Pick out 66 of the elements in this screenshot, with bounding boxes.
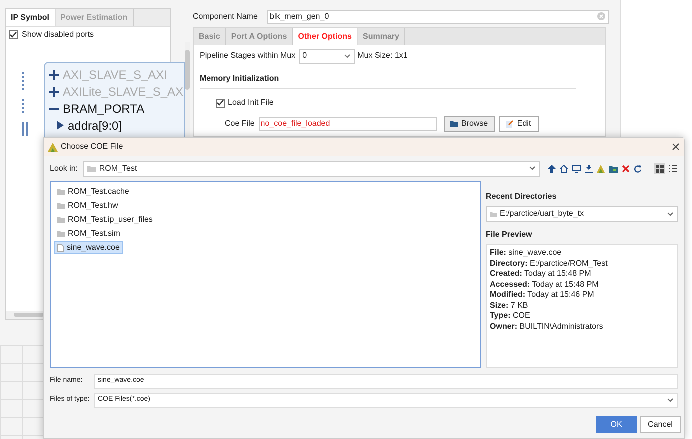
chevron-icon: [667, 212, 674, 216]
close-icon[interactable]: [672, 143, 680, 151]
grid-view-icon[interactable]: [654, 163, 665, 174]
field-label: Component Name: [193, 10, 259, 22]
file-icon: [57, 244, 64, 252]
monitor-icon[interactable]: [572, 164, 581, 172]
preview-line: Owner: BUILTIN\Administrators: [490, 322, 604, 332]
port-label: AXI_SLAVE_S_AXI: [63, 66, 168, 84]
preview-line: Type: COE: [490, 311, 532, 322]
port-stub: [22, 122, 28, 136]
section-heading: Memory Initialization: [200, 73, 280, 85]
folder-icon: [450, 121, 458, 127]
preview-line: Size: 7 KB: [490, 300, 530, 311]
preview-line: Modified: Today at 15:46 PM: [490, 290, 596, 300]
checkbox-label: Show disabled ports: [22, 28, 94, 40]
preview-line: Directory: E:/parctice/ROM_Test: [490, 258, 609, 269]
refresh-icon[interactable]: [634, 164, 642, 172]
tab[interactable]: IP Symbol: [6, 9, 56, 26]
app-icon: [48, 142, 58, 152]
file-item[interactable]: sine_wave.coe: [54, 241, 123, 254]
file-item[interactable]: ROM_Test.sim: [54, 227, 124, 240]
preview-line: Accessed: Today at 15:48 PM: [490, 280, 600, 290]
chevron-icon: [344, 54, 351, 58]
home-icon[interactable]: [560, 164, 568, 172]
folder-icon: [87, 165, 96, 172]
file-item[interactable]: ROM_Test.cache: [54, 185, 132, 198]
dropdown[interactable]: 0: [298, 48, 355, 64]
pencil-icon: [506, 120, 514, 128]
chevron-icon: [667, 398, 674, 403]
port-stub: [22, 99, 26, 113]
mux-size-text: Mux Size: 1x1: [358, 50, 408, 62]
field-label: Coe File: [225, 118, 255, 130]
ok-button[interactable]: OK: [596, 416, 637, 433]
preview-line: File: sine_wave.coe: [490, 248, 563, 258]
folder-icon: [490, 211, 497, 217]
dropdown[interactable]: ROM_Test: [83, 160, 540, 176]
tab[interactable]: Other Options: [293, 28, 358, 45]
checkbox[interactable]: [216, 98, 225, 108]
input-field[interactable]: no_coe_file_loaded: [258, 117, 437, 131]
delete-icon[interactable]: [622, 164, 630, 172]
list-view-icon[interactable]: [667, 163, 678, 174]
file-item[interactable]: ROM_Test.hw: [54, 199, 122, 212]
app-icon[interactable]: [597, 164, 605, 172]
cancel-button[interactable]: Cancel: [640, 416, 681, 433]
field-label: Look in:: [50, 162, 80, 174]
section-heading: File Preview: [486, 229, 534, 241]
preview-line: Created: Today at 15:48 PM: [490, 269, 592, 280]
file-item[interactable]: ROM_Test.ip_user_files: [54, 213, 156, 226]
port-stub: [22, 72, 26, 90]
edit-button[interactable]: Edit: [498, 116, 539, 132]
chevron-icon: [529, 166, 536, 171]
dropdown[interactable]: E:/parctice/uart_byte_tx: [486, 206, 678, 222]
input-field[interactable]: blk_mem_gen_0: [267, 10, 609, 24]
pin-arrow-icon: [57, 121, 64, 130]
field-label: Pipeline Stages within Mux: [200, 50, 296, 62]
checkbox-label: Load Init File: [228, 97, 274, 109]
browse-button[interactable]: Browse: [444, 116, 495, 132]
port-label: addra[9:0]: [68, 118, 122, 134]
port-label: AXILite_SLAVE_S_AX: [63, 84, 184, 100]
window-title: Choose COE File: [61, 141, 124, 153]
up-arrow-icon[interactable]: [548, 164, 556, 172]
port-label: BRAM_PORTA: [63, 100, 145, 118]
download-icon[interactable]: [585, 164, 593, 172]
checkbox[interactable]: [9, 30, 18, 39]
section-heading: Recent Directories: [486, 191, 558, 203]
new-folder-icon[interactable]: [609, 164, 618, 172]
